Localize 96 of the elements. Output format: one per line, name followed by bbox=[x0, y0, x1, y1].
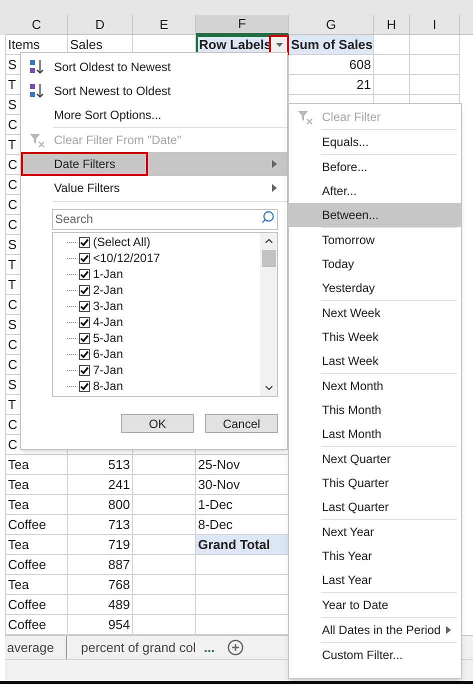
search-field[interactable]: Search bbox=[52, 208, 278, 230]
table-cell: Tea bbox=[6, 575, 68, 595]
checkbox[interactable] bbox=[79, 380, 90, 392]
menu-item[interactable]: Last Week bbox=[321, 349, 461, 373]
table-cell: Tea bbox=[6, 475, 68, 495]
checkbox[interactable] bbox=[79, 284, 90, 296]
checkbox[interactable] bbox=[79, 300, 90, 312]
add-sheet-icon[interactable] bbox=[226, 639, 244, 656]
table-cell bbox=[133, 495, 196, 515]
menu-item[interactable]: After... bbox=[321, 179, 461, 203]
menu-item[interactable]: Custom Filter... bbox=[321, 643, 461, 667]
menu-item[interactable]: Year to Date bbox=[321, 593, 461, 617]
menu-item[interactable]: This Month bbox=[321, 398, 461, 422]
clear-filter-icon bbox=[297, 109, 313, 125]
checklist-label: 8-Jan bbox=[93, 378, 124, 395]
filter-dropdown-button[interactable] bbox=[271, 36, 287, 54]
checklist-label: <10/12/2017 bbox=[93, 250, 160, 267]
table-cell: 887 bbox=[68, 555, 133, 575]
menu-item[interactable]: Last Quarter bbox=[321, 495, 461, 519]
clear-filter-icon bbox=[29, 132, 45, 148]
table-cell: 608 bbox=[289, 55, 374, 75]
menu-item[interactable]: Before... bbox=[321, 155, 461, 179]
table-cell: 768 bbox=[68, 575, 133, 595]
checklist-label: 3-Jan bbox=[93, 298, 124, 315]
menu-item[interactable]: This Quarter bbox=[321, 471, 461, 495]
table-cell: Coffee bbox=[6, 555, 68, 575]
dialog-button[interactable]: OK bbox=[121, 414, 194, 433]
checkbox[interactable] bbox=[79, 268, 90, 280]
table-cell: 713 bbox=[68, 515, 133, 535]
table-cell bbox=[133, 575, 196, 595]
checkbox[interactable] bbox=[79, 252, 90, 264]
checklist-label: 5-Jan bbox=[93, 330, 124, 347]
menu-item[interactable]: Next Month bbox=[321, 374, 461, 398]
column-header[interactable]: G bbox=[326, 14, 336, 34]
submenu-arrow-icon bbox=[446, 626, 451, 634]
menu-item[interactable]: Last Month bbox=[321, 422, 461, 446]
more-tabs-button[interactable]: ... bbox=[204, 638, 215, 658]
table-cell: Coffee bbox=[6, 515, 68, 535]
menu-item[interactable]: This Week bbox=[321, 325, 461, 349]
table-cell: Coffee bbox=[6, 595, 68, 615]
scrollbar[interactable] bbox=[260, 233, 277, 396]
submenu-arrow-icon bbox=[272, 184, 277, 192]
checklist-label: 7-Jan bbox=[93, 362, 124, 379]
table-cell: 241 bbox=[68, 475, 133, 495]
sheet-tab[interactable]: average bbox=[7, 638, 54, 658]
sort-ascending-icon bbox=[29, 59, 45, 75]
menu-item[interactable]: Last Year bbox=[321, 568, 461, 592]
column-header[interactable]: D bbox=[95, 14, 105, 34]
table-cell: Sum of Sales bbox=[289, 35, 374, 55]
menu-item[interactable]: All Dates in the Period bbox=[321, 618, 446, 642]
checklist-label: 2-Jan bbox=[93, 282, 124, 299]
column-header[interactable]: H bbox=[386, 14, 396, 34]
sort-descending-icon bbox=[29, 83, 45, 99]
checklist-label: 4-Jan bbox=[93, 314, 124, 331]
column-header[interactable]: I bbox=[432, 14, 436, 34]
menu-item[interactable]: Next Week bbox=[321, 301, 461, 325]
checkbox[interactable] bbox=[79, 236, 90, 248]
table-cell: 489 bbox=[68, 595, 133, 615]
table-cell: 800 bbox=[68, 495, 133, 515]
table-cell bbox=[133, 595, 196, 615]
menu-item[interactable]: This Year bbox=[321, 544, 461, 568]
dropdown-arrow-icon bbox=[276, 43, 283, 47]
column-header[interactable]: F bbox=[238, 14, 246, 34]
table-cell: 513 bbox=[68, 455, 133, 475]
menu-item[interactable]: Next Year bbox=[321, 520, 461, 544]
table-cell: 719 bbox=[68, 535, 133, 555]
menu-item[interactable]: Equals... bbox=[321, 130, 461, 154]
menu-item[interactable]: Yesterday bbox=[321, 276, 461, 300]
checklist-label: (Select All) bbox=[93, 234, 150, 251]
checkbox[interactable] bbox=[79, 348, 90, 360]
submenu-arrow-icon bbox=[272, 160, 277, 168]
search-icon bbox=[261, 210, 275, 224]
checklist-label: 1-Jan bbox=[93, 266, 124, 283]
table-cell: Grand Total bbox=[196, 535, 289, 555]
table-cell: Tea bbox=[6, 455, 68, 475]
menu-item[interactable]: Next Quarter bbox=[321, 447, 461, 471]
table-cell: 21 bbox=[289, 75, 374, 95]
dialog-button[interactable]: Cancel bbox=[205, 414, 278, 433]
checklist-label: 6-Jan bbox=[93, 346, 124, 363]
menu-item[interactable]: Tomorrow bbox=[321, 228, 461, 252]
checkbox[interactable] bbox=[79, 316, 90, 328]
table-cell bbox=[410, 55, 460, 75]
table-cell bbox=[133, 475, 196, 495]
table-cell: Tea bbox=[6, 535, 68, 555]
checkbox[interactable] bbox=[79, 364, 90, 376]
table-cell-text: Row Labels bbox=[199, 36, 272, 54]
table-cell bbox=[133, 515, 196, 535]
sheet-tab[interactable]: percent of grand col bbox=[80, 638, 196, 658]
menu-item[interactable]: Today bbox=[321, 252, 461, 276]
table-cell: Tea bbox=[6, 495, 68, 515]
scrollbar-thumb[interactable] bbox=[262, 250, 276, 267]
table-cell bbox=[133, 555, 196, 575]
column-header[interactable]: C bbox=[32, 14, 42, 34]
checkbox[interactable] bbox=[79, 332, 90, 344]
column-header[interactable]: E bbox=[160, 14, 168, 34]
table-cell bbox=[374, 55, 410, 75]
